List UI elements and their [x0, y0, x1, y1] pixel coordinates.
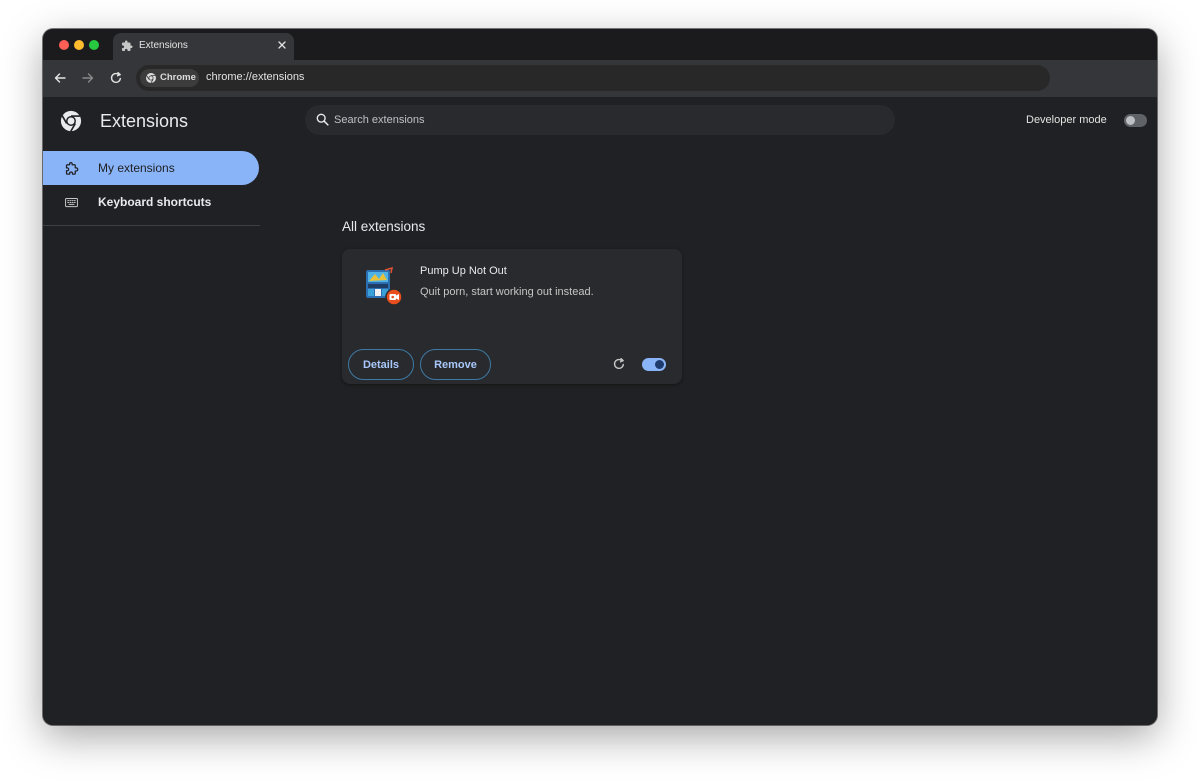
developer-mode-toggle[interactable]	[1124, 114, 1147, 127]
toolbar: Chrome chrome://extensions	[43, 60, 1157, 97]
chrome-icon	[146, 73, 156, 84]
sidebar-divider	[43, 225, 260, 226]
extension-description: Quit porn, start working out instead.	[420, 286, 594, 298]
tab-title: Extensions	[139, 40, 188, 51]
sidebar-item-my-extensions[interactable]: My extensions	[43, 151, 259, 185]
minimize-window-button[interactable]	[74, 40, 84, 50]
chip-label: Chrome	[160, 72, 196, 83]
extension-card: Pump Up Not Out Quit porn, start working…	[342, 249, 682, 384]
sidebar-item-label: My extensions	[98, 161, 175, 175]
puzzle-icon	[122, 40, 133, 51]
developer-mode-toggle-knob	[1126, 116, 1135, 125]
tab-strip: Extensions	[43, 29, 1157, 60]
page-title: Extensions	[100, 111, 189, 131]
extension-icon	[366, 267, 403, 306]
chrome-logo-icon	[60, 110, 82, 132]
forward-arrow-icon[interactable]	[81, 71, 95, 85]
puzzle-outline-icon	[65, 161, 79, 175]
remove-button[interactable]: Remove	[420, 349, 491, 380]
extension-enable-toggle[interactable]	[642, 358, 666, 371]
reload-icon[interactable]	[109, 71, 123, 85]
close-window-button[interactable]	[59, 40, 69, 50]
site-info-chip[interactable]: Chrome	[140, 69, 199, 87]
search-icon	[316, 113, 329, 126]
url-text[interactable]: chrome://extensions	[206, 71, 304, 83]
extension-name: Pump Up Not Out	[420, 265, 507, 277]
sidebar-item-label: Keyboard shortcuts	[98, 195, 212, 209]
reload-extension-icon[interactable]	[612, 357, 626, 371]
tab-close-icon[interactable]	[276, 39, 288, 51]
extension-toggle-knob	[655, 360, 664, 369]
browser-window: Extensions Chrome chrome://extensions Ex…	[43, 29, 1157, 725]
tab-extensions[interactable]: Extensions	[113, 33, 294, 60]
back-arrow-icon[interactable]	[53, 71, 67, 85]
sidebar-item-keyboard-shortcuts[interactable]: Keyboard shortcuts	[43, 185, 259, 219]
section-title: All extensions	[342, 219, 426, 234]
maximize-window-button[interactable]	[89, 40, 99, 50]
extensions-page: Extensions Developer mode My extensions	[43, 97, 1157, 725]
search-input[interactable]	[334, 105, 874, 135]
address-bar[interactable]: Chrome chrome://extensions	[136, 65, 1050, 91]
developer-mode-label: Developer mode	[1026, 114, 1107, 126]
keyboard-icon	[65, 197, 78, 208]
details-button[interactable]: Details	[348, 349, 414, 380]
search-box[interactable]	[305, 105, 895, 135]
